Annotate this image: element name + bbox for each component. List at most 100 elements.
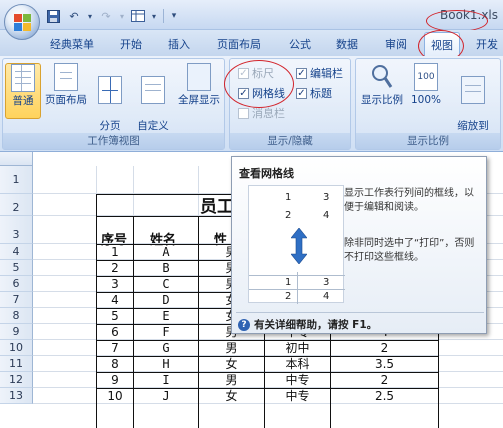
ruler-label: 标尺 xyxy=(252,67,274,80)
full-screen-icon xyxy=(187,63,211,91)
zoom-100-button[interactable]: 100 100% xyxy=(410,63,442,107)
zoom-button[interactable]: 显示比例 xyxy=(360,63,404,107)
show-hide-group-label: 显示/隐藏 xyxy=(230,133,350,149)
tab-page-layout[interactable]: 页面布局 xyxy=(217,36,261,52)
row-header[interactable]: 8 xyxy=(0,308,33,324)
tab-formulas[interactable]: 公式 xyxy=(289,36,311,52)
office-button[interactable] xyxy=(4,4,40,40)
normal-view-button[interactable]: 普通 xyxy=(5,63,41,119)
table-cell[interactable]: 本科 xyxy=(265,357,330,372)
help-icon: ? xyxy=(238,318,250,331)
row-header[interactable]: 9 xyxy=(0,324,33,340)
gridlines-label: 网格线 xyxy=(252,87,285,100)
customize-qat-icon[interactable]: ▾ xyxy=(169,8,179,24)
table-cell[interactable]: 男 xyxy=(199,341,264,356)
tooltip-help: ? 有关详细帮助，请按 F1。 xyxy=(238,317,377,332)
save-icon[interactable] xyxy=(44,8,62,24)
redo-dropdown-icon[interactable]: ▾ xyxy=(118,8,126,24)
preview-num: 4 xyxy=(323,210,330,221)
table-cell[interactable]: A xyxy=(134,245,198,260)
tab-review[interactable]: 审阅 xyxy=(385,36,407,52)
magnifier-icon xyxy=(370,63,394,91)
ribbon: 普通 页面布局 分页 预览 自定义 视图 全屏显示 工作簿视图 ✓ 标尺 ✓ 编… xyxy=(0,56,503,152)
tab-classic-menu[interactable]: 经典菜单 xyxy=(50,36,94,52)
title-bar: ↶ ▾ ↷ ▾ ▾ ▾ Book1.xls xyxy=(0,0,503,30)
formula-bar-checkbox[interactable]: ✓ 编辑栏 xyxy=(296,65,343,81)
office-logo-icon xyxy=(14,14,31,31)
tab-home[interactable]: 开始 xyxy=(120,36,142,52)
row-header[interactable]: 12 xyxy=(0,372,33,388)
headings-checkbox[interactable]: ✓ 标题 xyxy=(296,85,332,101)
table-cell[interactable]: B xyxy=(134,261,198,276)
document-title: Book1.xls xyxy=(440,8,499,22)
table-cell[interactable]: D xyxy=(134,293,198,308)
row-header[interactable]: 5 xyxy=(0,260,33,276)
preview-num: 1 xyxy=(285,192,292,203)
table-cell[interactable]: F xyxy=(134,325,198,340)
page-layout-view-label: 页面布局 xyxy=(45,94,87,106)
table-cell[interactable]: 男 xyxy=(199,373,264,388)
zoom-group-label: 显示比例 xyxy=(356,133,500,149)
row-header[interactable]: 1 xyxy=(0,166,33,194)
table-cell[interactable]: 6 xyxy=(97,325,133,340)
up-down-arrow-icon xyxy=(290,227,308,267)
table-cell[interactable]: 2 xyxy=(97,261,133,276)
table-cell[interactable]: 10 xyxy=(97,389,133,404)
table-cell[interactable]: 4 xyxy=(97,293,133,308)
custom-views-icon xyxy=(141,76,165,104)
group-show-hide: ✓ 标尺 ✓ 编辑栏 ✓ 网格线 ✓ 标题 消息栏 显示/隐藏 xyxy=(229,58,351,150)
headings-check-icon: ✓ xyxy=(296,87,307,99)
table-cell[interactable]: 3.5 xyxy=(331,357,438,372)
row-header[interactable]: 4 xyxy=(0,244,33,260)
table-cell[interactable]: 3 xyxy=(97,277,133,292)
normal-view-label: 普通 xyxy=(12,95,34,107)
full-screen-label: 全屏显示 xyxy=(178,94,220,106)
table-cell[interactable]: C xyxy=(134,277,198,292)
qat-separator xyxy=(163,9,164,23)
table-cell[interactable]: 女 xyxy=(199,389,264,404)
table-cell[interactable]: 中专 xyxy=(265,373,330,388)
tab-insert[interactable]: 插入 xyxy=(168,36,190,52)
tooltip-divider xyxy=(236,312,484,313)
table-cell[interactable]: I xyxy=(134,373,198,388)
message-bar-checkbox[interactable]: 消息栏 xyxy=(238,105,285,121)
tab-view[interactable]: 视图 xyxy=(424,32,460,56)
table-cell[interactable]: 中专 xyxy=(265,389,330,404)
zoom-100-icon: 100 xyxy=(414,63,438,91)
table-cell[interactable]: 2 xyxy=(331,341,438,356)
zoom-label: 显示比例 xyxy=(361,94,403,106)
table-icon[interactable] xyxy=(129,8,147,24)
table-cell[interactable]: 2 xyxy=(331,373,438,388)
table-cell[interactable]: 7 xyxy=(97,341,133,356)
row-header[interactable]: 6 xyxy=(0,276,33,292)
gridlines-checkbox[interactable]: ✓ 网格线 xyxy=(238,85,285,101)
row-header[interactable]: 7 xyxy=(0,292,33,308)
redo-icon[interactable]: ↷ xyxy=(97,8,115,24)
table-cell[interactable]: 女 xyxy=(199,357,264,372)
zoom-100-label: 100% xyxy=(410,94,442,106)
full-screen-button[interactable]: 全屏显示 xyxy=(175,63,223,107)
table-cell[interactable]: 2.5 xyxy=(331,389,438,404)
table-cell[interactable]: 8 xyxy=(97,357,133,372)
table-dropdown-icon[interactable]: ▾ xyxy=(150,8,158,24)
table-cell[interactable]: 9 xyxy=(97,373,133,388)
ruler-checkbox[interactable]: ✓ 标尺 xyxy=(238,65,274,81)
table-cell[interactable]: 初中 xyxy=(265,341,330,356)
table-cell[interactable]: E xyxy=(134,309,198,324)
row-header[interactable]: 2 xyxy=(0,194,33,216)
table-cell[interactable]: J xyxy=(134,389,198,404)
table-cell[interactable]: 1 xyxy=(97,245,133,260)
undo-dropdown-icon[interactable]: ▾ xyxy=(86,8,94,24)
table-cell[interactable]: G xyxy=(134,341,198,356)
select-all-corner[interactable] xyxy=(0,152,33,166)
undo-icon[interactable]: ↶ xyxy=(65,8,83,24)
table-cell[interactable]: 5 xyxy=(97,309,133,324)
tab-developer[interactable]: 开发 xyxy=(476,36,498,52)
tab-data[interactable]: 数据 xyxy=(336,36,358,52)
row-header[interactable]: 11 xyxy=(0,356,33,372)
table-cell[interactable]: H xyxy=(134,357,198,372)
row-header[interactable]: 13 xyxy=(0,388,33,404)
page-layout-view-button[interactable]: 页面布局 xyxy=(43,63,89,107)
row-header[interactable]: 10 xyxy=(0,340,33,356)
row-header[interactable]: 3 xyxy=(0,216,33,244)
